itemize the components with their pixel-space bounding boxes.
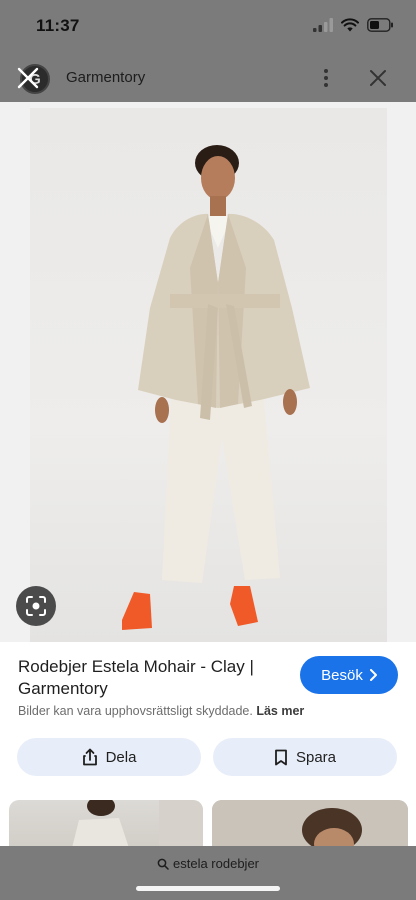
search-query: estela rodebjer	[173, 856, 259, 871]
status-bar: 11:37	[0, 0, 416, 54]
share-label: Dela	[105, 748, 137, 766]
save-label: Spara	[295, 748, 337, 766]
close-icon[interactable]	[368, 68, 388, 88]
share-button[interactable]: Dela	[17, 738, 201, 776]
model-illustration	[122, 145, 310, 630]
more-options-icon[interactable]	[316, 66, 336, 90]
save-button[interactable]: Spara	[213, 738, 397, 776]
visit-button[interactable]: Besök	[300, 656, 398, 694]
copyright-text: Bilder kan vara upphovsrättsligt skyddad…	[18, 704, 253, 718]
status-time: 11:37	[36, 16, 80, 35]
result-title[interactable]: Rodebjer Estela Mohair - Clay | Garmento…	[18, 656, 288, 700]
battery-icon	[367, 18, 393, 32]
site-name[interactable]: Garmentory	[66, 69, 145, 86]
chevron-right-icon	[369, 669, 377, 681]
copyright-notice: Bilder kan vara upphovsrättsligt skyddad…	[18, 704, 304, 718]
home-indicator[interactable]	[136, 886, 280, 891]
search-query-chip[interactable]: estela rodebjer	[0, 856, 416, 871]
learn-more-link[interactable]: Läs mer	[256, 704, 304, 718]
bookmark-icon	[275, 749, 287, 765]
visit-label: Besök	[321, 666, 363, 684]
wifi-icon	[341, 18, 359, 32]
lens-button[interactable]	[16, 586, 56, 626]
bottom-search-bar: estela rodebjer	[0, 846, 416, 900]
status-icons	[313, 18, 394, 32]
search-icon	[157, 858, 169, 870]
overlay-header: G Garmentory	[0, 54, 416, 102]
product-photo	[30, 108, 387, 642]
close-overlay-icon[interactable]	[14, 64, 42, 92]
image-preview[interactable]	[0, 102, 416, 642]
signal-icon	[313, 18, 333, 32]
lens-icon	[26, 596, 46, 616]
share-icon	[82, 748, 97, 766]
